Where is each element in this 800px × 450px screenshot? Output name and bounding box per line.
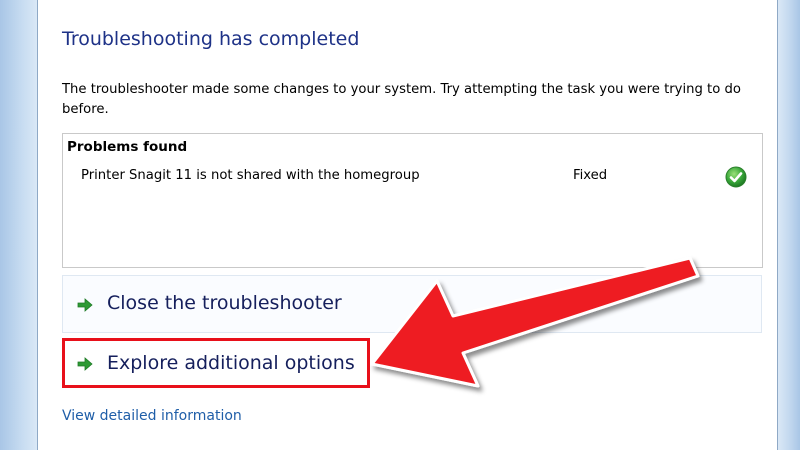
problems-found-panel: Problems found Printer Snagit 11 is not … [62,133,763,268]
problem-description: Printer Snagit 11 is not shared with the… [81,168,420,183]
result-description: The troubleshooter made some changes to … [62,82,741,117]
green-check-icon [725,166,747,188]
window-frame-left [0,0,38,450]
window-frame-right [777,0,800,450]
problem-status: Fixed [573,168,608,183]
troubleshooter-content: Troubleshooting has completed The troubl… [38,0,777,450]
view-detailed-information-link[interactable]: View detailed information [62,408,242,424]
close-troubleshooter-label: Close the troubleshooter [107,292,342,314]
problems-found-title: Problems found [67,139,188,155]
page-title: Troubleshooting has completed [62,28,360,50]
explore-additional-options-label: Explore additional options [107,352,355,374]
explore-additional-options-option[interactable]: Explore additional options [62,338,370,388]
green-arrow-icon [77,356,93,372]
close-troubleshooter-option[interactable]: Close the troubleshooter [62,275,762,333]
problem-row[interactable]: Printer Snagit 11 is not shared with the… [63,166,762,190]
green-arrow-icon [77,297,93,313]
